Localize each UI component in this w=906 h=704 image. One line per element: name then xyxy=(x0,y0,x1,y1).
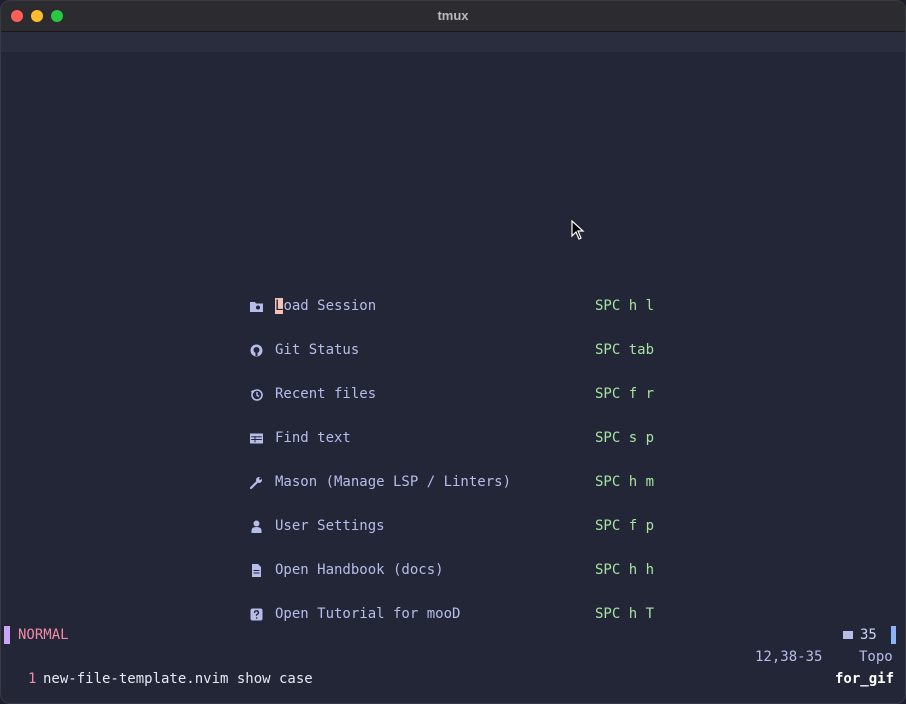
dashboard-item-label: Find text xyxy=(275,430,351,446)
folder-clock-icon xyxy=(250,302,263,312)
statusline: NORMAL 35 xyxy=(1,624,905,646)
lines-icon xyxy=(843,631,853,639)
statusline-end-bar xyxy=(891,626,896,644)
help-icon xyxy=(250,608,263,621)
tmux-window-index[interactable]: 1 xyxy=(28,671,36,687)
keymap-git-status: SPC tab xyxy=(595,342,655,358)
cursor-position: 12,38-35 xyxy=(755,649,823,665)
github-icon xyxy=(250,344,263,357)
scroll-position: Topo xyxy=(859,649,893,665)
dashboard-item-label: Open Tutorial for mooD xyxy=(275,606,461,622)
keymap-mason: SPC h m xyxy=(595,474,655,490)
mouse-pointer-icon xyxy=(571,220,585,240)
tmux-window-name[interactable]: new-file-template.nvim show case xyxy=(43,671,313,687)
wrench-icon xyxy=(250,477,262,489)
dashboard xyxy=(1,52,905,622)
keymap-user-settings: SPC f p xyxy=(595,518,655,534)
keymap-recent-files: SPC f r xyxy=(595,386,655,402)
terminal-window: tmux Load Session SPC h l Git Status SPC… xyxy=(0,0,906,704)
dashboard-item-label: Mason (Manage LSP / Linters) xyxy=(275,474,512,490)
tmux-status-bar: 1 new-file-template.nvim show case for_g… xyxy=(1,671,905,691)
dashboard-item-label: Load Session xyxy=(275,298,377,314)
table-icon xyxy=(250,433,263,444)
user-icon xyxy=(251,520,262,533)
vim-mode: NORMAL xyxy=(18,627,69,643)
dashboard-item-label: Open Handbook (docs) xyxy=(275,562,444,578)
file-icon xyxy=(252,564,261,577)
mode-indicator-bar xyxy=(4,626,10,644)
line-count: 35 xyxy=(860,627,877,643)
dashboard-item-label: Git Status xyxy=(275,342,360,358)
dashboard-item-label: Recent files xyxy=(275,386,377,402)
tmux-session-name: for_gif xyxy=(835,671,895,687)
tabline xyxy=(1,32,905,52)
title-bar: tmux xyxy=(1,1,905,32)
keymap-open-handbook: SPC h h xyxy=(595,562,655,578)
history-icon xyxy=(250,389,263,401)
keymap-open-tutorial: SPC h T xyxy=(595,606,655,622)
keymap-find-text: SPC s p xyxy=(595,430,655,446)
dashboard-item-label: User Settings xyxy=(275,518,385,534)
window-title: tmux xyxy=(437,8,469,23)
keymap-load-session: SPC h l xyxy=(595,298,655,314)
